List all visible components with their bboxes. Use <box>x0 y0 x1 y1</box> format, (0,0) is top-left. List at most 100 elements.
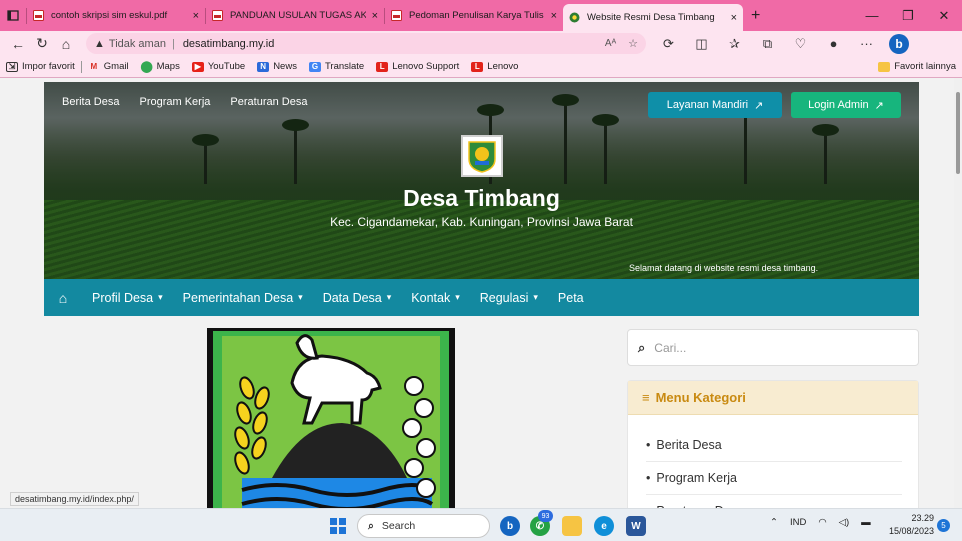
bing-chat-icon[interactable]: b <box>889 33 909 54</box>
bing-icon[interactable]: b <box>500 516 520 536</box>
home-nav-icon[interactable]: ⌂ <box>44 290 82 306</box>
new-tab-button[interactable]: + <box>751 7 771 25</box>
kabupaten-emblem-image <box>207 328 455 508</box>
bookmark-maps[interactable]: ⬤ Maps <box>140 61 179 73</box>
layanan-mandiri-button[interactable]: Layanan Mandiri ↗ <box>648 92 782 118</box>
maps-pin-icon: ⬤ <box>140 61 153 73</box>
windows-start-icon[interactable] <box>330 518 346 534</box>
nav-pemerintahan-desa[interactable]: Pemerintahan Desa ▾ <box>183 291 303 305</box>
restore-icon[interactable]: ❐ <box>890 8 926 24</box>
wifi-icon[interactable]: ◠ <box>818 517 826 528</box>
tab-actions-icon[interactable] <box>0 0 26 31</box>
refresh-icon[interactable]: ↻ <box>30 35 54 52</box>
bookmark-translate[interactable]: G Translate <box>308 61 364 72</box>
site-title: Desa Timbang <box>403 185 560 211</box>
lenovo-icon: L <box>376 61 389 72</box>
warning-icon[interactable]: ▲ <box>94 38 105 50</box>
split-screen-icon[interactable]: ◫ <box>685 36 718 52</box>
search-input[interactable]: ⌕ Cari... <box>627 329 919 366</box>
taskbar-search[interactable]: ⌕ Search <box>357 514 490 538</box>
minimize-icon[interactable]: — <box>854 8 890 24</box>
bookmark-lenovo-support[interactable]: L Lenovo Support <box>376 61 459 72</box>
import-icon: ⇲ <box>6 61 18 72</box>
clock[interactable]: 23.29 15/08/2023 <box>884 512 934 538</box>
favorites-icon[interactable]: ✰ <box>718 36 751 52</box>
clock-time: 23.29 <box>911 513 934 523</box>
bookmark-lenovo[interactable]: L Lenovo <box>471 61 518 72</box>
kuningan-emblem-icon <box>468 141 496 173</box>
category-panel: ≡ Menu Kategori Berita Desa Program Kerj… <box>627 380 919 508</box>
main-content <box>44 328 614 508</box>
file-explorer-icon[interactable] <box>562 516 582 536</box>
tab-title: PANDUAN USULAN TUGAS AKHIR <box>230 10 366 21</box>
top-nav: Berita Desa Program Kerja Peraturan Desa <box>62 96 307 108</box>
news-icon: N <box>257 61 270 72</box>
chevron-up-icon[interactable]: ⌃ <box>770 517 778 528</box>
browser-essentials-icon[interactable]: ♡ <box>784 36 817 52</box>
insecure-label: Tidak aman <box>108 37 166 50</box>
top-nav-peraturan[interactable]: Peraturan Desa <box>230 96 307 108</box>
url-text[interactable]: desatimbang.my.id <box>183 38 275 50</box>
read-aloud-icon[interactable]: Aᴬ <box>605 38 616 49</box>
nav-peta[interactable]: Peta <box>558 291 584 305</box>
hero-banner: Berita Desa Program Kerja Peraturan Desa… <box>44 82 919 279</box>
category-item[interactable]: Berita Desa <box>646 429 902 462</box>
nav-kontak[interactable]: Kontak ▾ <box>411 291 459 305</box>
back-icon[interactable]: ← <box>6 36 30 52</box>
close-icon[interactable]: × <box>193 10 199 22</box>
language-indicator[interactable]: IND <box>790 517 806 528</box>
favorite-star-icon[interactable]: ☆ <box>628 37 638 50</box>
top-nav-berita[interactable]: Berita Desa <box>62 96 119 108</box>
extensions-icon[interactable]: ⟳ <box>652 36 685 52</box>
tab-title: contoh skripsi sim eskul.pdf <box>51 10 168 21</box>
bookmark-import[interactable]: ⇲ Impor favorit <box>6 61 75 72</box>
close-icon[interactable]: × <box>731 12 737 24</box>
notification-badge[interactable]: 5 <box>937 519 950 532</box>
nav-data-desa[interactable]: Data Desa ▾ <box>323 291 392 305</box>
more-icon[interactable]: ··· <box>850 36 883 52</box>
category-item[interactable]: Program Kerja <box>646 462 902 495</box>
tab-3-active[interactable]: Website Resmi Desa Timbang × <box>563 4 743 31</box>
profile-icon[interactable]: ● <box>817 36 850 52</box>
site-subtitle: Kec. Cigandamekar, Kab. Kuningan, Provin… <box>330 215 633 229</box>
gmail-icon: M <box>90 62 98 71</box>
status-url: desatimbang.my.id/index.php/ <box>10 492 139 506</box>
nav-regulasi[interactable]: Regulasi ▾ <box>480 291 538 305</box>
login-admin-button[interactable]: Login Admin ↗ <box>791 92 901 118</box>
edge-icon[interactable]: e <box>594 516 614 536</box>
web-page: Berita Desa Program Kerja Peraturan Desa… <box>0 78 954 508</box>
url-bar[interactable]: ▲ Tidak aman | desatimbang.my.id Aᴬ ☆ <box>86 33 646 54</box>
bookmark-other-favorites[interactable]: Favorit lainnya <box>878 61 956 72</box>
bookmark-separator <box>80 60 82 73</box>
menu-icon: ≡ <box>642 390 650 405</box>
close-icon[interactable]: × <box>551 10 557 22</box>
tab-1[interactable]: PANDUAN USULAN TUGAS AKHIR × <box>206 0 384 31</box>
close-icon[interactable]: × <box>372 10 378 22</box>
browser-tab-bar: contoh skripsi sim eskul.pdf × PANDUAN U… <box>0 0 962 31</box>
pdf-icon <box>391 10 402 21</box>
battery-icon[interactable]: ▬ <box>861 517 871 528</box>
word-icon[interactable]: W <box>626 516 646 536</box>
tab-0[interactable]: contoh skripsi sim eskul.pdf × <box>27 0 205 31</box>
home-icon[interactable]: ⌂ <box>54 36 78 52</box>
category-item[interactable]: Peraturan Desa <box>646 495 902 508</box>
category-list: Berita Desa Program Kerja Peraturan Desa <box>628 415 918 508</box>
scrollbar-thumb[interactable] <box>956 92 960 174</box>
nav-profil-desa[interactable]: Profil Desa ▾ <box>92 291 163 305</box>
address-toolbar: ← ↻ ⌂ ▲ Tidak aman | desatimbang.my.id A… <box>0 31 962 56</box>
chevron-down-icon: ▾ <box>158 292 163 302</box>
chevron-down-icon: ▾ <box>298 292 303 302</box>
top-nav-program[interactable]: Program Kerja <box>139 96 210 108</box>
bookmark-gmail[interactable]: M Gmail <box>88 61 128 72</box>
bookmark-news[interactable]: N News <box>257 61 297 72</box>
collections-icon[interactable]: ⧉ <box>751 36 784 52</box>
window-close-icon[interactable]: ✕ <box>926 8 962 24</box>
volume-icon[interactable]: ◁) <box>839 517 849 528</box>
bookmark-youtube[interactable]: ▶ YouTube <box>191 61 245 72</box>
tab-2[interactable]: Pedoman Penulisan Karya Tulis Ilmiah × <box>385 0 563 31</box>
page-scrollbar[interactable] <box>954 78 962 508</box>
chevron-down-icon: ▾ <box>386 292 392 302</box>
tab-title: Website Resmi Desa Timbang <box>587 12 715 23</box>
bookmarks-bar: ⇲ Impor favorit M Gmail ⬤ Maps ▶ YouTube N Ne… <box>0 56 962 78</box>
external-link-icon: ↗ <box>874 99 884 112</box>
